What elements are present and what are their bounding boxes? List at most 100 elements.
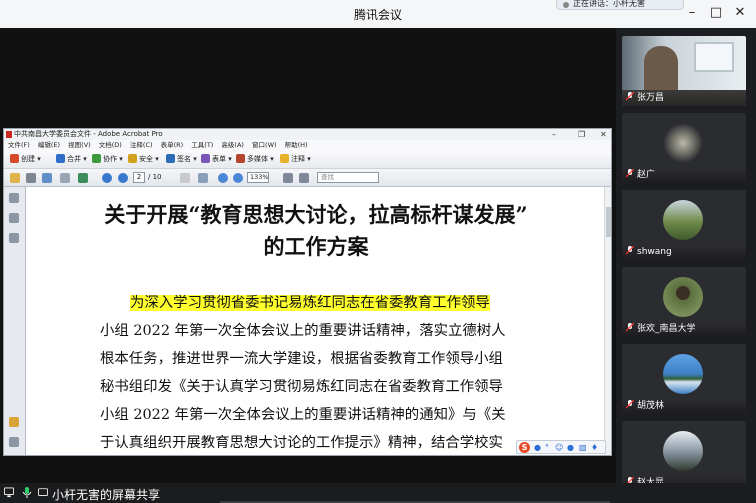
participant-name: 胡茂林 bbox=[622, 399, 746, 414]
mic-muted-icon bbox=[626, 400, 634, 409]
menu-help[interactable]: 帮助(H) bbox=[285, 141, 308, 149]
mic-muted-icon bbox=[626, 246, 634, 255]
minimize-icon[interactable]: – bbox=[684, 5, 700, 21]
comment-icon bbox=[280, 154, 289, 163]
page-total: / 10 bbox=[148, 173, 162, 181]
task-combine-button[interactable]: 合并 ▾ bbox=[56, 154, 87, 165]
zoom-in-icon[interactable] bbox=[233, 173, 243, 183]
forms-icon bbox=[201, 154, 210, 163]
acrobat-menubar: 文件(F) 编辑(E) 视图(V) 文档(D) 注释(C) 表单(R) 工具(T… bbox=[4, 140, 611, 150]
comments-icon[interactable] bbox=[9, 417, 19, 427]
speaker-icon bbox=[563, 2, 569, 8]
task-forms-button[interactable]: 表单 ▾ bbox=[201, 154, 232, 165]
participants-panel: 张万昌 赵广 shwang 张欢_南昌大学 胡茂林 赵大显 bbox=[616, 28, 756, 491]
menu-advanced[interactable]: 高级(A) bbox=[221, 141, 244, 149]
print-icon[interactable] bbox=[26, 173, 36, 183]
collaborate-icon bbox=[92, 154, 101, 163]
menu-view[interactable]: 视图(V) bbox=[68, 141, 91, 149]
participant-name: 张万昌 bbox=[622, 91, 746, 106]
screen-share-icon[interactable] bbox=[4, 486, 14, 499]
acrobat-minimize-icon[interactable]: – bbox=[552, 129, 556, 140]
doc-line-5: 于认真组织开展教育思想大讨论的工作提示》精神，结合学校实 bbox=[100, 435, 503, 451]
menu-edit[interactable]: 编辑(E) bbox=[38, 141, 60, 149]
ime-voice-icon[interactable]: ● bbox=[567, 443, 574, 452]
next-page-icon[interactable] bbox=[118, 173, 128, 183]
participant-tile[interactable]: 赵大显 bbox=[622, 421, 746, 491]
participant-name: 张欢_南昌大学 bbox=[622, 322, 746, 337]
task-sign-button[interactable]: 签名 ▾ bbox=[166, 154, 197, 165]
participant-tile[interactable]: 张万昌 bbox=[622, 36, 746, 106]
hand-tool-icon[interactable] bbox=[180, 173, 190, 183]
acrobat-title: 中共南昌大学委员会文件 - Adobe Acrobat Pro bbox=[14, 130, 163, 138]
ime-punct-icon[interactable]: ° bbox=[545, 443, 549, 452]
multimedia-icon bbox=[236, 154, 245, 163]
menu-comments[interactable]: 注释(C) bbox=[130, 141, 153, 149]
page-number-input[interactable]: 2 bbox=[133, 172, 145, 183]
ime-mode-icon[interactable]: ● bbox=[534, 443, 541, 452]
task-collaborate-button[interactable]: 协作 ▾ bbox=[92, 154, 123, 165]
signatures-icon[interactable] bbox=[9, 233, 19, 243]
participant-name: 赵广 bbox=[622, 168, 746, 183]
sogou-ime-icon[interactable]: S bbox=[519, 442, 530, 453]
task-multimedia-button[interactable]: 多媒体 ▾ bbox=[236, 154, 274, 165]
acrobat-titlebar: 中共南昌大学委员会文件 - Adobe Acrobat Pro – ❐ ✕ bbox=[4, 129, 611, 140]
menu-forms[interactable]: 表单(R) bbox=[161, 141, 184, 149]
bookmarks-icon[interactable] bbox=[9, 213, 19, 223]
menu-tools[interactable]: 工具(T) bbox=[191, 141, 213, 149]
sync-icon[interactable] bbox=[78, 173, 88, 183]
doc-line-3: 秘书组印发《关于认真学习贯彻易炼红同志在省委教育工作领导 bbox=[100, 379, 503, 395]
participant-tile[interactable]: 胡茂林 bbox=[622, 344, 746, 414]
menu-file[interactable]: 文件(F) bbox=[8, 141, 30, 149]
pages-icon[interactable] bbox=[9, 193, 19, 203]
doc-line-2: 根本任务，推进世界一流大学建设，根据省委教育工作领导小组 bbox=[100, 351, 503, 367]
mic-icon[interactable] bbox=[22, 486, 32, 499]
lock-icon bbox=[128, 154, 137, 163]
zoom-level-input[interactable]: 133% bbox=[247, 172, 269, 183]
ime-toolbar[interactable]: S ● ° ☺ ● ▧ ♦ bbox=[516, 440, 606, 454]
video-window-bg bbox=[694, 42, 734, 72]
screen-share-presenter: 小杆无害的屏幕共享 bbox=[52, 488, 161, 502]
acrobat-navigation-pane bbox=[4, 187, 26, 455]
task-secure-button[interactable]: 安全 ▾ bbox=[128, 154, 159, 165]
find-input[interactable]: 查找 bbox=[317, 172, 379, 183]
mic-muted-icon bbox=[626, 169, 634, 178]
attachments-icon[interactable] bbox=[9, 437, 19, 447]
ime-keyboard-icon[interactable]: ▧ bbox=[579, 443, 587, 452]
scrollbar-thumb[interactable] bbox=[606, 207, 611, 237]
doc-title-line-1: 关于开展“教育思想大讨论，拉高标杆谋发展” bbox=[104, 202, 528, 227]
combine-icon bbox=[56, 154, 65, 163]
prev-page-icon[interactable] bbox=[102, 173, 112, 183]
participant-avatar bbox=[663, 123, 703, 163]
pdf-icon bbox=[6, 131, 12, 138]
select-tool-icon[interactable] bbox=[198, 173, 208, 183]
maximize-icon[interactable]: □ bbox=[708, 5, 724, 21]
speaking-notification-text: 正在讲话：小杆无害 bbox=[573, 0, 645, 8]
zoom-out-icon[interactable] bbox=[218, 173, 228, 183]
email-icon[interactable] bbox=[60, 173, 70, 183]
ime-emoji-icon[interactable]: ☺ bbox=[555, 443, 563, 452]
fit-width-icon[interactable] bbox=[299, 173, 309, 183]
task-create-button[interactable]: 创建 ▾ bbox=[10, 154, 41, 165]
acrobat-close-icon[interactable]: ✕ bbox=[600, 129, 607, 140]
menu-window[interactable]: 窗口(W) bbox=[252, 141, 277, 149]
participant-tile[interactable]: 张欢_南昌大学 bbox=[622, 267, 746, 337]
participant-tile[interactable]: shwang bbox=[622, 190, 746, 260]
close-icon[interactable]: ✕ bbox=[732, 5, 748, 21]
doc-line-4: 小组 2022 年第一次全体会议上的重要讲话精神的通知》与《关 bbox=[100, 407, 506, 423]
mic-muted-icon bbox=[626, 92, 634, 101]
menu-document[interactable]: 文档(D) bbox=[99, 141, 122, 149]
acrobat-vertical-scrollbar[interactable] bbox=[604, 187, 611, 455]
open-folder-icon[interactable] bbox=[10, 173, 20, 183]
task-comment-button[interactable]: 注释 ▾ bbox=[280, 154, 311, 165]
acrobat-restore-icon[interactable]: ❐ bbox=[578, 129, 585, 140]
participant-avatar bbox=[663, 354, 703, 394]
display-icon[interactable] bbox=[38, 486, 48, 499]
participant-avatar bbox=[663, 431, 703, 471]
video-person bbox=[644, 46, 678, 94]
pdf-page: 关于开展“教育思想大讨论，拉高标杆谋发展” 的工作方案 为深入学习贯彻省委书记易… bbox=[26, 187, 606, 455]
participant-tile[interactable]: 赵广 bbox=[622, 113, 746, 183]
fit-page-icon[interactable] bbox=[283, 173, 293, 183]
ime-skin-icon[interactable]: ♦ bbox=[591, 443, 598, 452]
acrobat-window: 中共南昌大学委员会文件 - Adobe Acrobat Pro – ❐ ✕ 文件… bbox=[3, 128, 612, 456]
save-icon[interactable] bbox=[42, 173, 52, 183]
